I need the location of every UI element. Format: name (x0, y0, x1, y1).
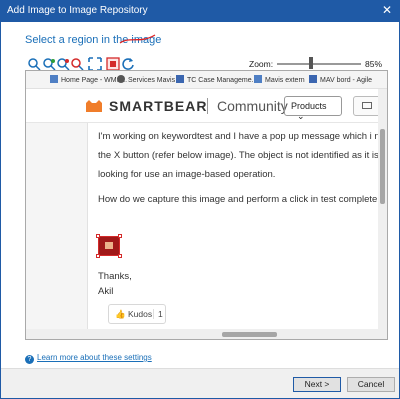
post-line: looking for use an image-based operation… (98, 169, 276, 180)
bookmark-label: TC Case Manageme... (187, 77, 258, 84)
fit-icon[interactable] (88, 57, 102, 71)
post-signoff: Thanks, (98, 271, 132, 282)
resize-handle[interactable] (96, 234, 100, 238)
kudos-button: 👍 Kudos 1 (108, 304, 166, 324)
bookmark-item: Services Mavis (117, 75, 175, 84)
refresh-icon[interactable] (121, 57, 135, 71)
region-exclude-icon[interactable] (70, 57, 84, 71)
resize-handle[interactable] (118, 234, 122, 238)
resize-handle[interactable] (118, 254, 122, 258)
post-line: I'm working on keywordtest and I have a … (98, 131, 388, 142)
message-button (353, 96, 381, 116)
brand-divider (207, 98, 208, 114)
left-pane (26, 123, 88, 329)
vertical-scrollbar[interactable] (378, 89, 387, 329)
post-content: I'm working on keywordtest and I have a … (88, 123, 387, 329)
tc-icon (176, 75, 184, 83)
bookmark-item: Mavis extern (254, 75, 305, 84)
region-add-icon[interactable] (42, 57, 56, 71)
scroll-thumb[interactable] (222, 332, 277, 337)
bookmark-label: Services Mavis (128, 77, 176, 84)
mavis-icon (254, 75, 262, 83)
bookmark-item: Home Page - WMS... (50, 75, 127, 84)
dialog-footer: Next > Cancel (1, 368, 399, 398)
horizontal-scrollbar[interactable] (26, 329, 387, 339)
bookmark-label: Mavis extern (265, 77, 305, 84)
title-bar: Add Image to Image Repository ✕ (0, 0, 400, 22)
kudos-label: Kudos (127, 309, 153, 319)
zoom-slider[interactable] (277, 63, 361, 65)
zoom-value: 85% (365, 59, 383, 69)
globe-icon (117, 75, 125, 83)
window-title: Add Image to Image Repository (7, 5, 148, 16)
page-icon (50, 75, 58, 83)
region-select-icon[interactable] (27, 57, 41, 71)
region-remove-icon[interactable] (56, 57, 70, 71)
selected-region[interactable] (98, 236, 120, 256)
scroll-thumb[interactable] (380, 129, 385, 204)
red-underline-annotation (119, 34, 156, 44)
kudos-count: 1 (153, 309, 163, 319)
community-label: Community (217, 98, 288, 114)
zoom-label: Zoom: (249, 59, 274, 69)
crop-region-icon[interactable] (106, 57, 120, 71)
message-icon (362, 102, 372, 109)
x-button-image (105, 242, 113, 249)
post-line: How do we capture this image and perform… (98, 194, 378, 205)
smartbear-logo-icon (86, 100, 102, 112)
post-line: the X button (refer below image). The ob… (98, 150, 387, 161)
brand-name: SMARTBEAR (109, 98, 208, 114)
next-button[interactable]: Next > (293, 377, 341, 392)
agile-icon (309, 75, 317, 83)
products-button: Products ⌄ (284, 96, 342, 121)
resize-handle[interactable] (96, 254, 100, 258)
products-label: Products (291, 101, 327, 111)
bookmark-item: TC Case Manageme... (176, 75, 257, 84)
close-icon[interactable]: ✕ (382, 3, 392, 17)
bookmark-item: MAV bord - Agile (309, 75, 372, 84)
bookmarks-bar: Home Page - WMS... Services Mavis TC Cas… (26, 71, 387, 89)
learn-more-label: Learn more about these settings (37, 353, 152, 362)
chevron-down-icon: ⌄ (297, 111, 305, 121)
zoom-slider-thumb[interactable] (308, 57, 313, 69)
post-author: Akil (98, 286, 114, 297)
learn-more-link[interactable]: ? Learn more about these settings (25, 353, 152, 364)
image-region-canvas[interactable]: Home Page - WMS... Services Mavis TC Cas… (25, 70, 388, 340)
bookmark-label: MAV bord - Agile (320, 77, 373, 84)
help-icon: ? (25, 355, 34, 364)
site-header: SMARTBEAR Community Products ⌄ (26, 89, 387, 123)
thumbs-up-icon: 👍 (115, 309, 126, 319)
cancel-button[interactable]: Cancel (347, 377, 395, 392)
